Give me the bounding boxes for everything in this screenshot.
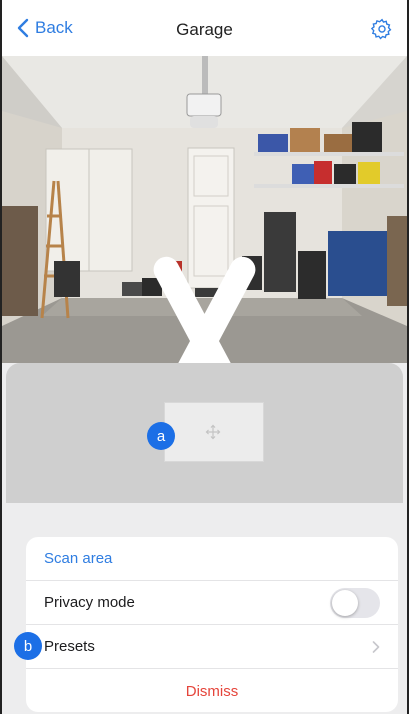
options-card: Scan area Privacy mode Presets Dismiss (26, 537, 398, 712)
presets-label: Presets (44, 638, 95, 655)
scan-area-row[interactable]: Scan area (26, 537, 398, 581)
gear-icon[interactable] (371, 18, 393, 40)
app-frame: Back Garage a Scan area Privacy mode Pre… (0, 0, 409, 714)
privacy-mode-row: Privacy mode (26, 581, 398, 625)
page-title: Garage (176, 20, 233, 39)
annotation-marker-a: a (147, 422, 175, 450)
dismiss-row[interactable]: Dismiss (26, 669, 398, 712)
camera-next-arrow-icon[interactable] (2, 244, 403, 363)
privacy-mode-label: Privacy mode (44, 594, 135, 611)
privacy-mode-toggle[interactable] (330, 587, 380, 618)
scan-area-label: Scan area (44, 550, 113, 567)
camera-feed[interactable] (2, 56, 407, 363)
annotation-marker-b: b (14, 632, 42, 660)
presets-row[interactable]: Presets (26, 625, 398, 669)
nav-bar: Back Garage (2, 0, 407, 56)
chevron-right-icon (372, 640, 380, 653)
move-icon (205, 424, 221, 440)
scan-area-box[interactable] (164, 402, 264, 462)
dismiss-button[interactable]: Dismiss (44, 683, 380, 700)
toggle-knob (332, 589, 358, 616)
scan-area-editor: a (6, 363, 403, 503)
